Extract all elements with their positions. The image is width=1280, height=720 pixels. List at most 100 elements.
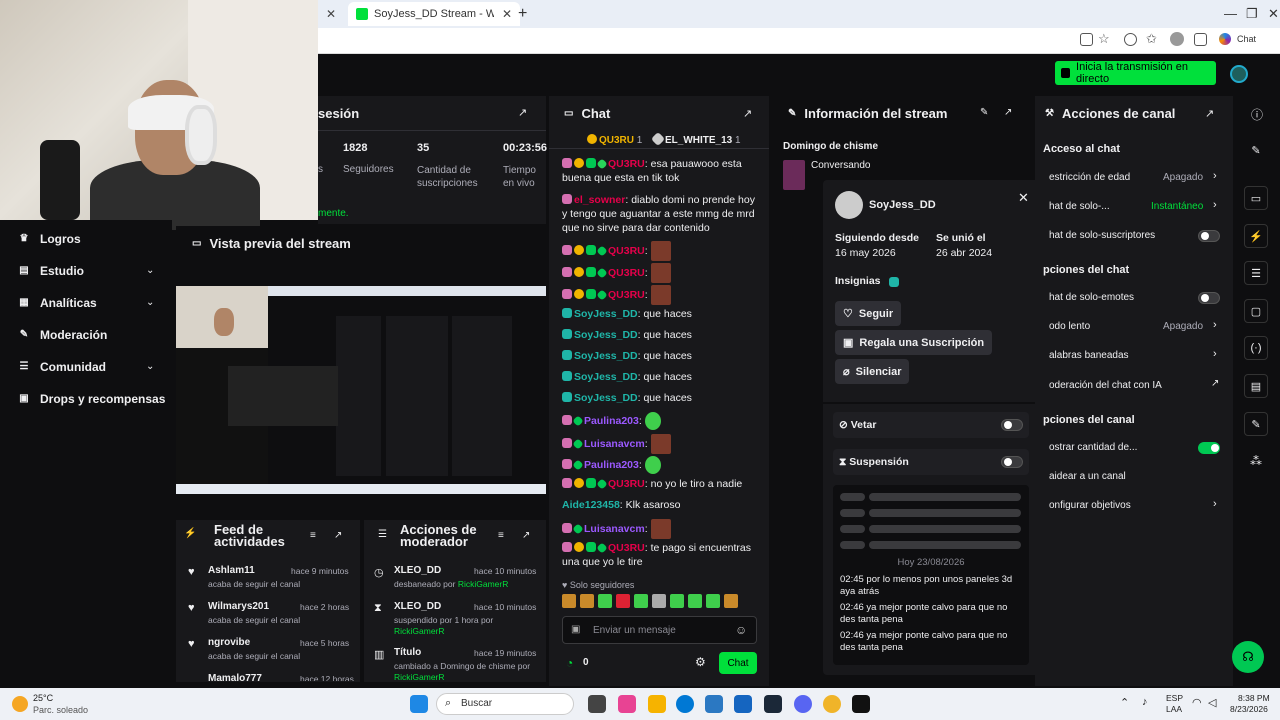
lightning-icon[interactable]: ⚡	[1244, 224, 1268, 248]
chat-message[interactable]: Paulina203:	[562, 412, 762, 430]
subs-only-row[interactable]: hat de solo-suscriptores	[1049, 230, 1155, 241]
collections-icon[interactable]	[1194, 33, 1207, 46]
wifi-icon[interactable]: ◠	[1192, 696, 1202, 709]
app-icon[interactable]	[823, 695, 841, 713]
timeout-toggle[interactable]	[1001, 456, 1023, 468]
subs-only-toggle[interactable]	[1198, 230, 1220, 242]
chevron-right-icon[interactable]: ›	[1213, 498, 1217, 510]
chevron-right-icon[interactable]: ›	[1213, 348, 1217, 360]
user-card-username[interactable]: SoyJess_DD	[869, 199, 936, 211]
nav-logros[interactable]: ♛ Logros	[18, 232, 81, 246]
profile-avatar[interactable]	[1170, 32, 1184, 46]
chevron-down-icon[interactable]: ⌄	[146, 361, 154, 372]
tiktok-icon[interactable]	[852, 695, 870, 713]
ai-moderation-row[interactable]: oderación del chat con IA	[1049, 380, 1162, 391]
goals-row[interactable]: onfigurar objetivos	[1049, 500, 1131, 511]
nav-analiticas[interactable]: ▦ Analíticas	[18, 296, 96, 310]
lang-bottom[interactable]: LAA	[1166, 704, 1182, 714]
list-icon[interactable]: ☰	[1244, 261, 1268, 285]
chevron-right-icon[interactable]: ›	[1213, 199, 1217, 211]
copilot-icon[interactable]	[1219, 33, 1231, 45]
show-count-row[interactable]: ostrar cantidad de...	[1049, 442, 1137, 453]
chat-message[interactable]: SoyJess_DD: que haces	[562, 370, 762, 384]
chat-message[interactable]: QU3RU:	[562, 263, 762, 283]
chat-message[interactable]: SoyJess_DD: que haces	[562, 328, 762, 342]
edit-pencil-icon[interactable]: ✎	[980, 107, 988, 118]
emoji-icon[interactable]: ☺	[735, 623, 747, 637]
copilot-chat-label[interactable]: Chat	[1237, 34, 1256, 44]
ban-row[interactable]: ⊘ Vetar	[833, 412, 1029, 438]
leader-2[interactable]: EL_WHITE_13 1	[650, 131, 741, 147]
popout-icon[interactable]: ↗	[1004, 107, 1012, 118]
new-tab-button[interactable]: +	[510, 2, 534, 26]
chat-message[interactable]: QU3RU: no yo le tiro a nadie	[562, 477, 762, 491]
chat-message[interactable]: SoyJess_DD: que haces	[562, 349, 762, 363]
external-link-icon[interactable]: ↗	[1211, 378, 1219, 389]
minimize-icon[interactable]: —	[1224, 6, 1237, 21]
maximize-icon[interactable]: ❐	[1246, 6, 1258, 22]
copilot-icon[interactable]	[618, 695, 636, 713]
settings-gear-icon[interactable]: ⚙	[695, 655, 706, 669]
emote-only-toggle[interactable]	[1198, 292, 1220, 304]
chevron-down-icon[interactable]: ⌄	[146, 297, 154, 308]
share-icon[interactable]: ⁂	[1250, 454, 1262, 468]
mail-icon[interactable]	[734, 695, 752, 713]
chat-message[interactable]: SoyJess_DD: que haces	[562, 391, 762, 405]
filter-icon[interactable]: ≡	[310, 530, 316, 541]
popout-icon[interactable]: ↗	[743, 107, 752, 120]
tab-close-prev[interactable]: ✕	[318, 2, 342, 26]
slow-mode-row[interactable]: odo lento	[1049, 321, 1090, 332]
preview-video[interactable]	[176, 286, 546, 494]
followers-only-row[interactable]: hat de solo-...	[1049, 201, 1110, 212]
nav-comunidad[interactable]: ☰ Comunidad	[18, 360, 106, 374]
popout-icon[interactable]: ↗	[1205, 107, 1214, 120]
lang-top[interactable]: ESP	[1166, 693, 1183, 703]
chevron-right-icon[interactable]: ›	[1213, 319, 1217, 331]
clock-time[interactable]: 8:38 PM	[1238, 693, 1270, 703]
taskbar-search[interactable]: ⌕ Buscar	[436, 693, 574, 715]
emote-only-row[interactable]: hat de solo-emotes	[1049, 292, 1134, 303]
chat-bubble-icon[interactable]: ▢	[1244, 299, 1268, 323]
chevron-down-icon[interactable]: ⌄	[146, 265, 154, 276]
raid-row[interactable]: aidear a un canal	[1049, 471, 1126, 482]
ban-toggle[interactable]	[1001, 419, 1023, 431]
chevron-up-icon[interactable]: ⌃	[1120, 696, 1129, 709]
mute-button[interactable]: ⌀ Silenciar	[835, 359, 910, 384]
extension-icon[interactable]	[1124, 33, 1137, 46]
steam-icon[interactable]	[764, 695, 782, 713]
timeout-row[interactable]: ⧗ Suspensión	[833, 449, 1029, 475]
channel-points-icon[interactable]: ◔	[566, 656, 573, 670]
discord-icon[interactable]	[794, 695, 812, 713]
chat-message[interactable]: QU3RU: te pago si encuentras una que yo …	[562, 541, 762, 569]
user-avatar[interactable]	[1230, 65, 1248, 83]
popout-icon[interactable]: ↗	[522, 530, 530, 541]
support-headset-icon[interactable]: ☊	[1232, 641, 1264, 673]
star-icon[interactable]: ☆	[1098, 31, 1110, 47]
filter-icon[interactable]: ≡	[498, 530, 504, 541]
mic-icon[interactable]: ♪	[1142, 696, 1148, 708]
code-icon[interactable]: (·)	[1244, 336, 1268, 360]
popout-icon[interactable]: ↗	[334, 530, 342, 541]
file-explorer-icon[interactable]	[648, 695, 666, 713]
chat-message[interactable]: Aide123458: Klk asaroso	[562, 498, 762, 512]
close-icon[interactable]: ✕	[326, 7, 336, 21]
chat-send-button[interactable]: Chat	[719, 652, 757, 674]
chat-message[interactable]: QU3RU: esa pauawooo esta buena que esta …	[562, 157, 762, 185]
show-count-toggle[interactable]	[1198, 442, 1220, 454]
store-icon[interactable]	[705, 695, 723, 713]
chevron-right-icon[interactable]: ›	[1213, 170, 1217, 182]
volume-icon[interactable]: ◁	[1208, 696, 1216, 709]
pencil-icon[interactable]: ✎	[1244, 138, 1268, 162]
chat-message[interactable]: Paulina203:	[562, 456, 762, 474]
chat-message[interactable]: QU3RU:	[562, 241, 762, 261]
chat-message[interactable]: QU3RU:	[562, 285, 762, 305]
close-icon[interactable]: ✕	[1018, 190, 1029, 206]
age-restriction-row[interactable]: estricción de edad	[1049, 172, 1130, 183]
favorites-icon[interactable]: ✩	[1146, 31, 1157, 47]
follow-button[interactable]: ♡ Seguir	[835, 301, 902, 326]
category-thumbnail[interactable]	[783, 160, 805, 190]
window-close-icon[interactable]: ✕	[1268, 6, 1279, 22]
tab-stream[interactable]: SoyJess_DD Stream - Watch Live o ✕	[348, 2, 520, 26]
windows-start-icon[interactable]	[410, 695, 428, 713]
nav-estudio[interactable]: ▤ Estudio	[18, 264, 84, 278]
